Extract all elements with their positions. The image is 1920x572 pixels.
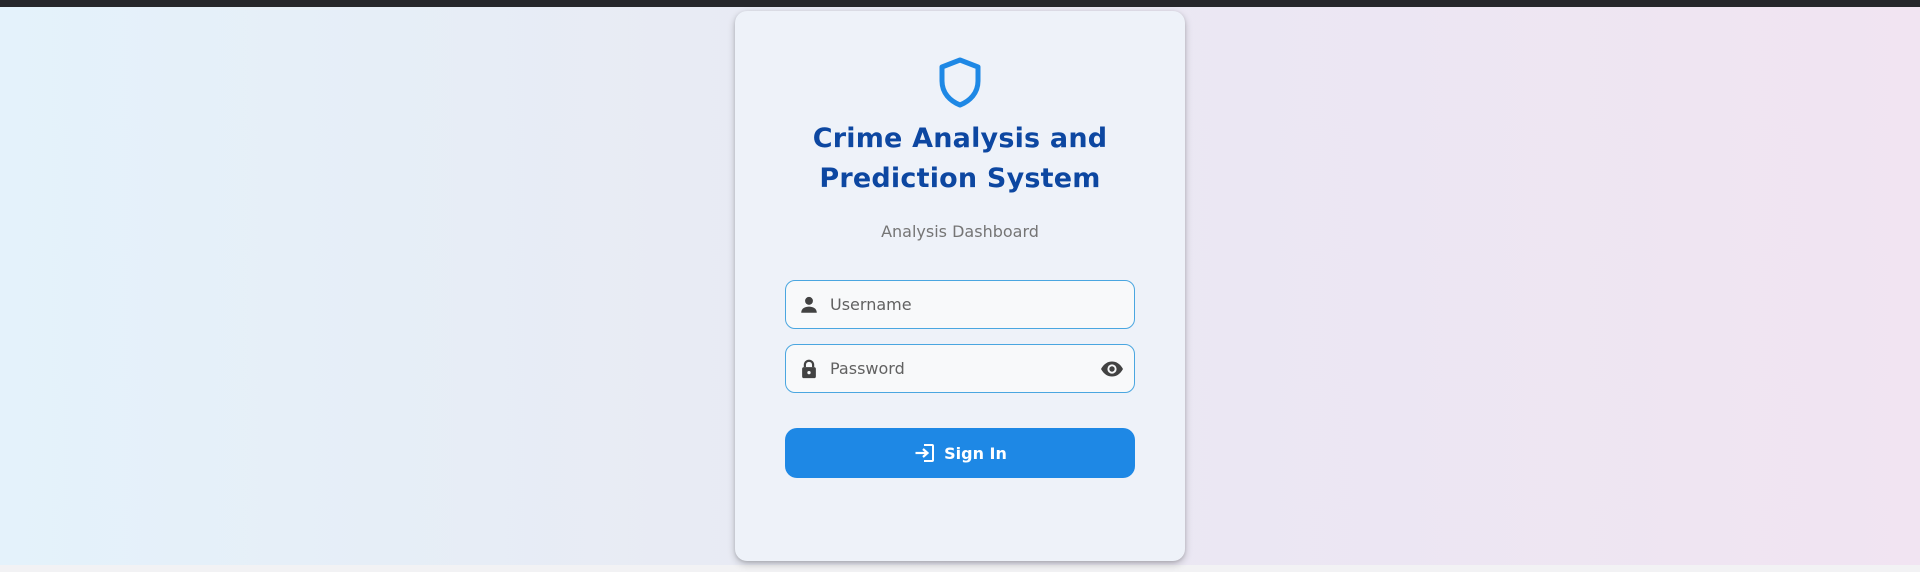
- username-field[interactable]: [785, 280, 1135, 329]
- password-field[interactable]: [785, 344, 1135, 393]
- lock-icon: [802, 359, 816, 379]
- person-icon: [801, 296, 817, 313]
- title-line-1: Crime Analysis and: [812, 123, 1108, 154]
- eye-icon[interactable]: [1100, 358, 1124, 380]
- login-card: Crime Analysis and Prediction System Ana…: [735, 11, 1185, 561]
- sign-in-button[interactable]: Sign In: [785, 428, 1135, 478]
- page-subtitle: Analysis Dashboard: [881, 222, 1039, 241]
- browser-top-bar: [0, 0, 1920, 7]
- username-input[interactable]: [830, 281, 1090, 328]
- title-line-2: Prediction System: [819, 163, 1101, 194]
- shield-icon: [939, 57, 981, 108]
- login-icon: [915, 444, 935, 462]
- page-title: Crime Analysis and Prediction System: [735, 119, 1185, 199]
- password-input[interactable]: [830, 345, 1090, 392]
- sign-in-label: Sign In: [944, 443, 1007, 463]
